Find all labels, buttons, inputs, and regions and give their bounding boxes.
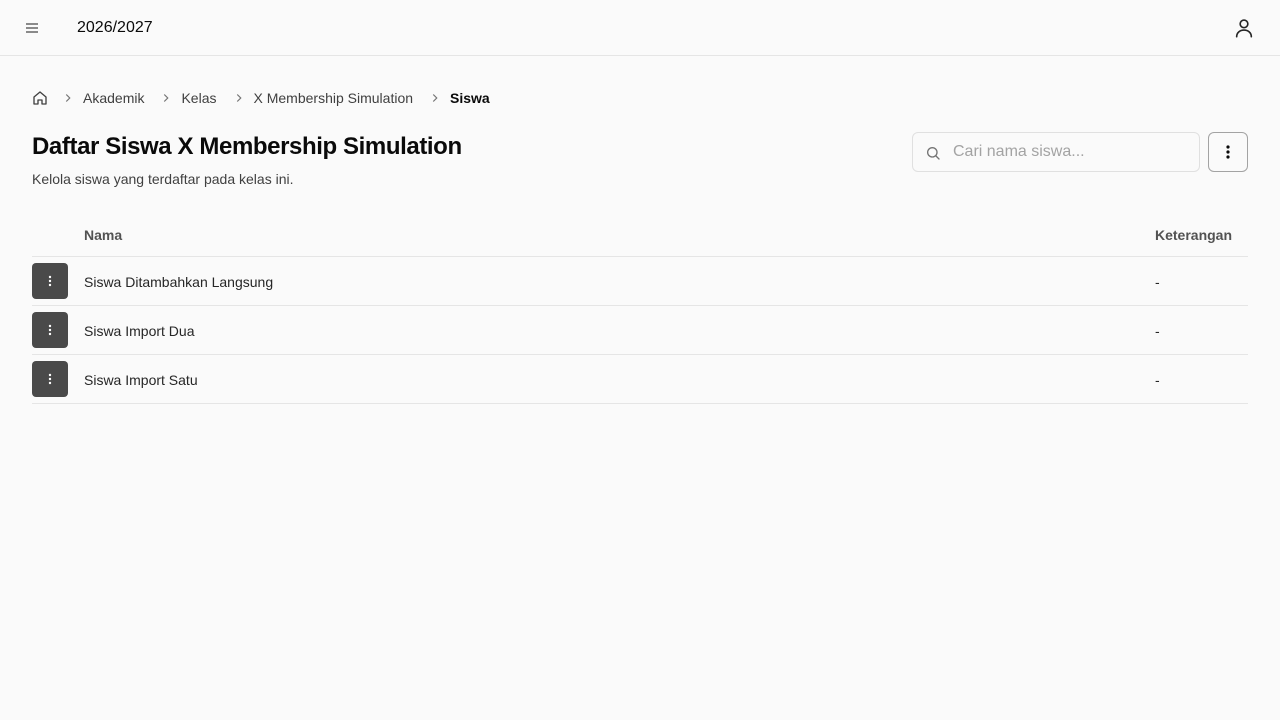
student-name: Siswa Import Satu [84, 372, 198, 388]
table-row: Siswa Import Satu - [32, 355, 1248, 404]
breadcrumb-class[interactable]: X Membership Simulation [254, 90, 414, 106]
top-bar: 2026/2027 [0, 0, 1280, 56]
menu-button[interactable] [16, 12, 48, 44]
chevron-right-icon [159, 91, 173, 105]
academic-year: 2026/2027 [77, 19, 153, 36]
search-icon [927, 147, 940, 160]
student-name: Siswa Import Dua [84, 323, 195, 339]
column-header-keterangan[interactable]: Keterangan [1155, 227, 1232, 243]
row-actions-button[interactable] [32, 263, 68, 299]
more-vertical-icon [48, 373, 52, 385]
row-actions-button[interactable] [32, 312, 68, 348]
user-icon [1235, 19, 1253, 38]
user-menu-button[interactable] [1228, 12, 1260, 44]
menu-icon [26, 23, 38, 33]
page-subtitle: Kelola siswa yang terdaftar pada kelas i… [32, 171, 294, 187]
breadcrumb-current: Siswa [450, 90, 490, 106]
breadcrumb: Akademik Kelas X Membership Simulation S… [32, 88, 490, 108]
page-title: Daftar Siswa X Membership Simulation [32, 133, 462, 160]
search-input[interactable] [953, 133, 1193, 171]
student-keterangan: - [1155, 274, 1160, 290]
breadcrumb-akademik[interactable]: Akademik [83, 90, 144, 106]
search-box [912, 132, 1200, 172]
students-table: Nama Keterangan Siswa Ditambahkan Langsu… [32, 212, 1248, 404]
more-vertical-icon [1226, 145, 1230, 159]
row-actions-button[interactable] [32, 361, 68, 397]
chevron-right-icon [232, 91, 246, 105]
chevron-right-icon [61, 91, 75, 105]
table-row: Siswa Ditambahkan Langsung - [32, 257, 1248, 306]
home-icon [33, 91, 47, 105]
breadcrumb-home[interactable] [32, 90, 48, 106]
more-vertical-icon [48, 324, 52, 336]
table-row: Siswa Import Dua - [32, 306, 1248, 355]
breadcrumb-kelas[interactable]: Kelas [181, 90, 216, 106]
more-vertical-icon [48, 275, 52, 287]
student-keterangan: - [1155, 372, 1160, 388]
more-options-button[interactable] [1208, 132, 1248, 172]
column-header-nama[interactable]: Nama [84, 227, 122, 243]
student-keterangan: - [1155, 323, 1160, 339]
student-name: Siswa Ditambahkan Langsung [84, 274, 274, 290]
table-header: Nama Keterangan [32, 212, 1248, 257]
chevron-right-icon [428, 91, 442, 105]
